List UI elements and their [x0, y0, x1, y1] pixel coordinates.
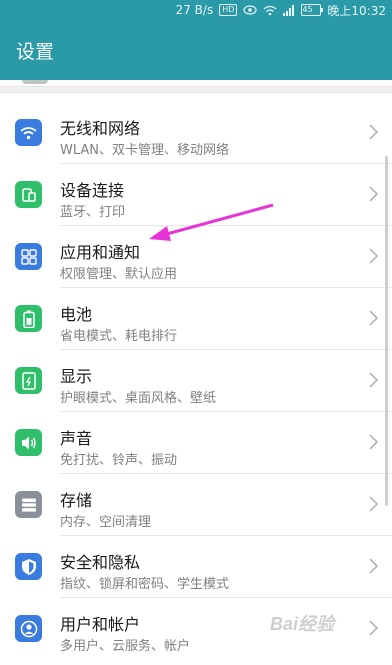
scrollbar[interactable] — [385, 156, 388, 506]
sound-icon — [15, 429, 42, 456]
wifi-icon — [15, 119, 42, 146]
avatar — [22, 80, 48, 84]
battery-status-icon: 45 — [301, 4, 324, 16]
watermark: Bai经验 — [270, 614, 335, 634]
display-icon — [15, 367, 42, 394]
eye-comfort-icon — [243, 5, 258, 15]
cellular-signal-icon — [283, 4, 295, 16]
chevron-right-icon — [369, 372, 379, 388]
settings-item-title: 显示 — [60, 367, 93, 386]
settings-item-subtitle: 省电模式、耗电排行 — [60, 329, 178, 344]
security-shield-icon — [15, 553, 42, 580]
storage-icon — [15, 491, 42, 518]
settings-item-title: 应用和通知 — [60, 243, 141, 262]
settings-list: 无线和网络 WLAN、双卡管理、移动网络 设备连接 蓝牙、打印 应用和通知 权限… — [0, 92, 392, 665]
settings-item-display[interactable]: 显示 护眼模式、桌面风格、壁纸 — [0, 349, 392, 412]
page-title: 设置 — [16, 40, 55, 63]
settings-item-title: 设备连接 — [60, 181, 125, 200]
app-bar: 设置 — [0, 20, 392, 80]
chevron-right-icon — [369, 434, 379, 450]
chevron-right-icon — [369, 186, 379, 202]
chevron-right-icon — [369, 496, 379, 512]
settings-item-battery[interactable]: 电池 省电模式、耗电排行 — [0, 287, 392, 350]
settings-item-title: 无线和网络 — [60, 119, 141, 138]
settings-item-storage[interactable]: 存储 内存、空间清理 — [0, 473, 392, 536]
settings-item-subtitle: 蓝牙、打印 — [60, 205, 126, 220]
battery-icon — [15, 305, 42, 332]
wifi-status-icon — [263, 5, 277, 16]
chevron-right-icon — [369, 558, 379, 574]
apps-grid-icon — [15, 243, 42, 270]
settings-item-title: 声音 — [60, 429, 93, 448]
settings-item-title: 用户和帐户 — [60, 615, 141, 634]
account-card-edge — [0, 80, 392, 87]
chevron-right-icon — [369, 248, 379, 264]
status-bar: 27 B/s HD 45 晚上10:32 — [0, 0, 392, 20]
clock: 晚上10:32 — [327, 3, 386, 18]
settings-item-title: 安全和隐私 — [60, 553, 141, 572]
settings-item-title: 电池 — [60, 305, 93, 324]
annotation-arrow — [149, 203, 274, 241]
network-speed: 27 B/s — [175, 3, 214, 17]
settings-item-subtitle: 内存、空间清理 — [60, 515, 152, 530]
chevron-right-icon — [369, 620, 379, 636]
hd-icon: HD — [219, 4, 238, 16]
device-connection-icon — [15, 181, 42, 208]
settings-item-security-privacy[interactable]: 安全和隐私 指纹、锁屏和密码、学生模式 — [0, 535, 392, 598]
settings-item-sound[interactable]: 声音 免打扰、铃声、振动 — [0, 411, 392, 474]
settings-item-subtitle: 护眼模式、桌面风格、壁纸 — [60, 391, 217, 406]
settings-item-subtitle: 权限管理、默认应用 — [60, 267, 178, 282]
settings-item-subtitle: 免打扰、铃声、振动 — [60, 453, 178, 468]
settings-item-title: 存储 — [60, 491, 93, 510]
user-account-icon — [15, 615, 42, 642]
chevron-right-icon — [369, 124, 379, 140]
chevron-right-icon — [369, 310, 379, 326]
settings-item-wireless-network[interactable]: 无线和网络 WLAN、双卡管理、移动网络 — [0, 101, 392, 164]
settings-item-subtitle: WLAN、双卡管理、移动网络 — [60, 143, 230, 158]
settings-item-subtitle: 指纹、锁屏和密码、学生模式 — [60, 577, 230, 592]
settings-item-subtitle: 多用户、云服务、帐户 — [60, 639, 191, 654]
